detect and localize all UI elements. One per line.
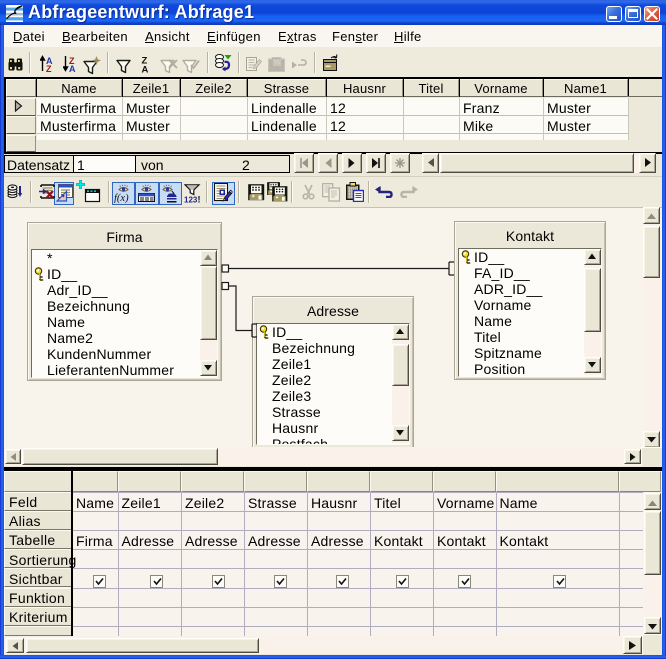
svg-text:123: 123 xyxy=(184,196,198,204)
svg-text:A: A xyxy=(69,64,76,72)
svg-text:A: A xyxy=(142,65,149,74)
svg-text:f(x): f(x) xyxy=(114,193,129,203)
svg-text:!: ! xyxy=(198,195,201,204)
svg-text:Z: Z xyxy=(46,64,52,72)
